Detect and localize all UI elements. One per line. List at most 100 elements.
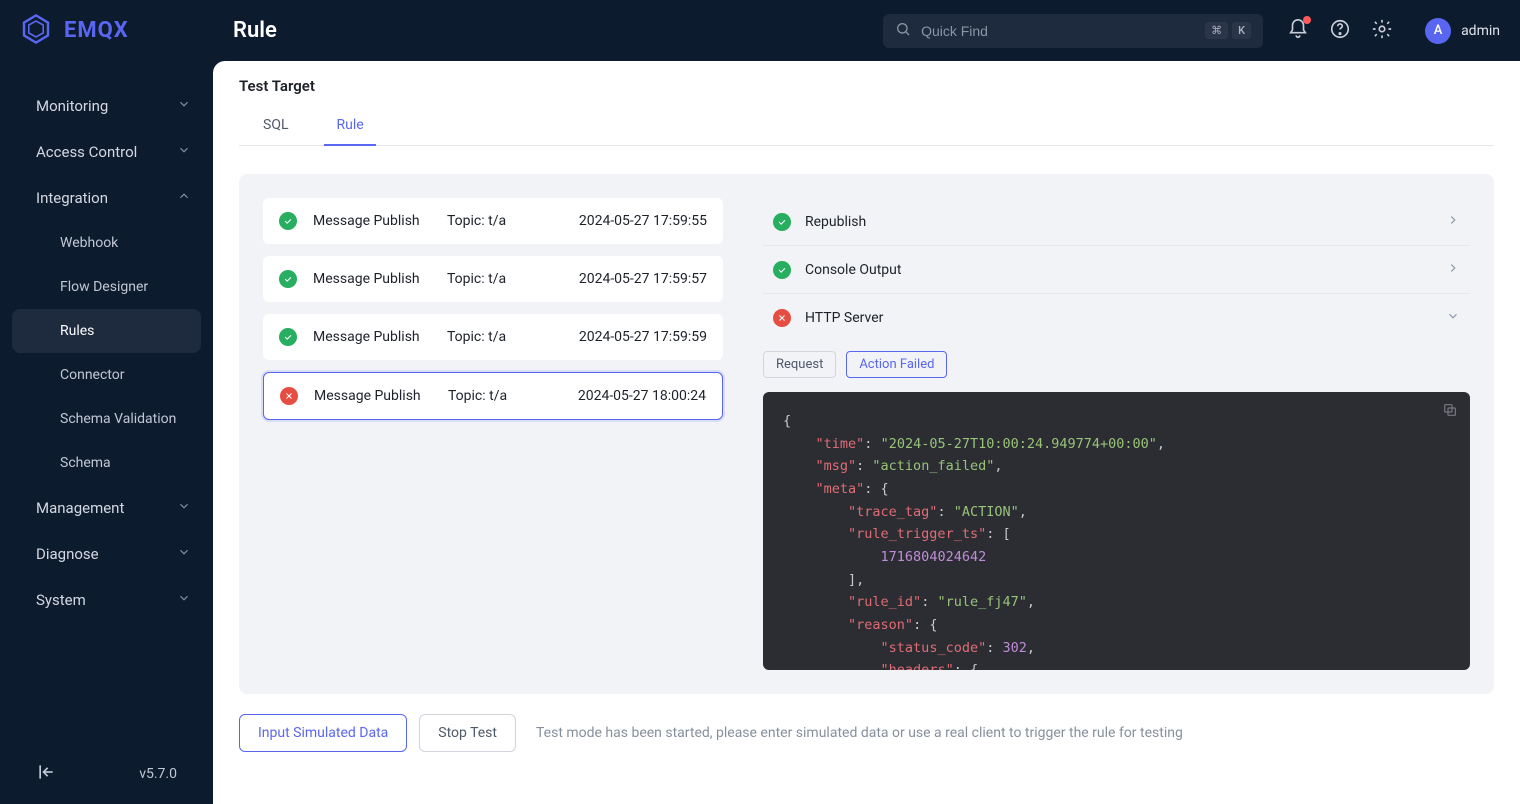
code-line: ], [783,569,1450,592]
user-menu[interactable]: A admin [1425,18,1500,44]
success-status-icon [773,213,791,231]
code-line: "msg": "action_failed", [783,455,1450,478]
code-line: "time": "2024-05-27T10:00:24.949774+00:0… [783,433,1450,456]
action-label: HTTP Server [805,310,1432,326]
sidebar-item-connector[interactable]: Connector [0,353,213,397]
event-topic: Topic: t/a [447,329,529,345]
code-line: "status_code": 302, [783,637,1450,660]
event-row[interactable]: Message Publish Topic: t/a 2024-05-27 18:0… [263,372,723,420]
action-row-console-output[interactable]: Console Output [763,246,1470,294]
request-tab-action-failed[interactable]: Action Failed [846,351,947,378]
chevron-up-icon [177,189,191,207]
test-target-tabs: SQLRule [239,105,1494,146]
app-header: EMQX Rule ⌘ K A admin [0,0,1520,61]
sidebar-group-label: Integration [36,189,108,207]
event-row[interactable]: Message Publish Topic: t/a 2024-05-27 17:5… [263,314,723,360]
chevron-right-icon [1446,212,1460,231]
search-input[interactable] [921,23,1195,39]
logo-icon [20,13,52,49]
sidebar-item-label: Schema Validation [60,411,176,427]
avatar: A [1425,18,1451,44]
event-time: 2024-05-27 17:59:57 [545,271,707,287]
footer-note: Test mode has been started, please enter… [536,725,1183,741]
chevron-down-icon [177,545,191,563]
sidebar-group-label: Diagnose [36,545,99,563]
code-line: { [783,410,1450,433]
sidebar-item-label: Rules [60,323,94,339]
bell-icon[interactable] [1287,18,1309,44]
action-label: Republish [805,214,1432,230]
sidebar-group-label: System [36,591,86,609]
input-simulated-data-button[interactable]: Input Simulated Data [239,714,407,752]
event-name: Message Publish [313,271,431,287]
search-icon [895,21,911,41]
event-time: 2024-05-27 17:59:59 [545,329,707,345]
event-time: 2024-05-27 17:59:55 [545,213,707,229]
collapse-sidebar-icon[interactable] [36,762,56,786]
chevron-down-icon [177,591,191,609]
success-status-icon [279,328,297,346]
brand-text: EMQX [64,18,129,43]
success-status-icon [279,212,297,230]
quick-find[interactable]: ⌘ K [883,14,1263,48]
chevron-right-icon [1446,260,1460,279]
sidebar-group-monitoring[interactable]: Monitoring [0,83,213,129]
error-status-icon [773,309,791,327]
notification-dot [1303,16,1311,24]
event-topic: Topic: t/a [447,271,529,287]
event-time: 2024-05-27 18:00:24 [546,388,706,404]
sidebar-group-diagnose[interactable]: Diagnose [0,531,213,577]
event-topic: Topic: t/a [447,213,529,229]
sidebar-item-webhook[interactable]: Webhook [0,221,213,265]
action-row-http-server[interactable]: HTTP Server [763,294,1470,341]
sidebar-item-schema[interactable]: Schema [0,441,213,485]
panel-title: Test Target [239,61,1494,105]
sidebar-item-flow-designer[interactable]: Flow Designer [0,265,213,309]
code-line: "headers": { [783,659,1450,670]
chevron-down-icon [177,143,191,161]
code-line: "meta": { [783,478,1450,501]
event-name: Message Publish [313,213,431,229]
action-row-republish[interactable]: Republish [763,198,1470,246]
help-icon[interactable] [1329,18,1351,44]
stop-test-button[interactable]: Stop Test [419,714,516,752]
tab-rule[interactable]: Rule [312,105,387,145]
code-block: { "time": "2024-05-27T10:00:24.949774+00… [763,392,1470,670]
sidebar-group-integration[interactable]: Integration [0,175,213,221]
event-row[interactable]: Message Publish Topic: t/a 2024-05-27 17:5… [263,256,723,302]
sidebar-group-access-control[interactable]: Access Control [0,129,213,175]
brand-block[interactable]: EMQX [20,13,213,49]
sidebar: Monitoring Access Control Integration Webho… [0,61,213,804]
event-name: Message Publish [314,388,432,404]
event-name: Message Publish [313,329,431,345]
gear-icon[interactable] [1371,18,1393,44]
tab-sql[interactable]: SQL [239,105,312,145]
sidebar-group-system[interactable]: System [0,577,213,623]
event-list: Message Publish Topic: t/a 2024-05-27 17:5… [263,198,723,670]
chevron-down-icon [1446,308,1460,327]
code-line: "trace_tag": "ACTION", [783,501,1450,524]
code-line: 1716804024642 [783,546,1450,569]
username: admin [1461,23,1500,39]
request-tabs: Request Action Failed [763,351,1470,378]
sidebar-item-label: Connector [60,367,124,383]
sidebar-item-schema-validation[interactable]: Schema Validation [0,397,213,441]
kbd-hint: ⌘ K [1205,22,1251,39]
chevron-down-icon [177,97,191,115]
request-tab-request[interactable]: Request [763,351,836,378]
main-content: Test Target SQLRule Message Publish Topic… [213,61,1520,804]
success-status-icon [773,261,791,279]
sidebar-group-label: Monitoring [36,97,108,115]
code-line: "rule_id": "rule_fj47", [783,591,1450,614]
sidebar-group-management[interactable]: Management [0,485,213,531]
event-row[interactable]: Message Publish Topic: t/a 2024-05-27 17:5… [263,198,723,244]
sidebar-item-label: Flow Designer [60,279,148,295]
sidebar-item-rules[interactable]: Rules [12,309,201,353]
success-status-icon [279,270,297,288]
error-status-icon [280,387,298,405]
chevron-down-icon [177,499,191,517]
copy-icon[interactable] [1442,402,1458,426]
action-panel: Republish Console Output HTTP Server Reque… [763,198,1470,670]
code-line: "rule_trigger_ts": [ [783,523,1450,546]
event-topic: Topic: t/a [448,388,530,404]
